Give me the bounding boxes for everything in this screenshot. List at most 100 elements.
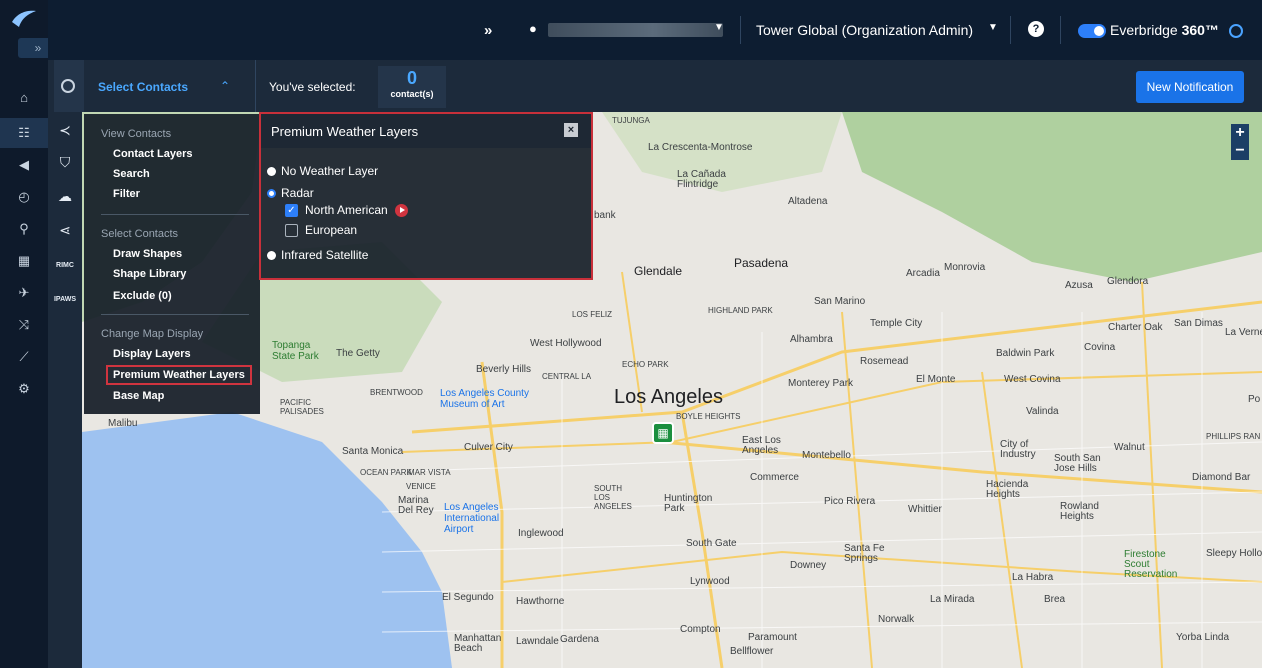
map-label: La Habra	[1012, 572, 1054, 583]
map-label: Compton	[680, 624, 721, 635]
option-label: No Weather Layer	[281, 164, 379, 178]
megaphone-icon[interactable]: ◀	[0, 150, 48, 180]
chart-icon[interactable]: ⟋	[0, 342, 48, 372]
map-label: BOYLE HEIGHTS	[676, 412, 741, 421]
home-icon[interactable]: ⌂	[0, 82, 48, 112]
map-label: Glendale	[634, 264, 683, 278]
checkbox-european[interactable]: European	[285, 223, 357, 237]
map-label: SOUTH LOS ANGELES	[594, 484, 632, 511]
select-contacts-toggle[interactable]: Select Contacts	[98, 80, 188, 94]
map-label: Covina	[1084, 342, 1116, 353]
menu-divider	[101, 214, 249, 215]
chat-icon[interactable]	[1229, 24, 1243, 38]
map-label: South Gate	[686, 538, 737, 549]
share-icon[interactable]: ⋖	[48, 222, 82, 239]
chevron-up-icon[interactable]: ⌃	[220, 79, 230, 93]
map-label: La Mirada	[930, 594, 975, 605]
zoom-in-button[interactable]: +	[1231, 124, 1249, 142]
user-name-redacted[interactable]	[548, 23, 723, 37]
panel-header: Premium Weather Layers ×	[261, 114, 591, 148]
clock-icon[interactable]: ◴	[0, 182, 48, 212]
menu-item-display-layers[interactable]: Display Layers	[113, 348, 191, 360]
tool-icon-column: ≺ ⛉ ☁ ⋖ RIMC IPAWS	[48, 112, 82, 668]
menu-item-shape-library[interactable]: Shape Library	[113, 268, 186, 280]
menu-item-exclude[interactable]: Exclude (0)	[113, 290, 172, 302]
arrows-icon[interactable]: ⤨	[0, 310, 48, 340]
menu-item-premium-weather-layers[interactable]: Premium Weather Layers	[106, 365, 252, 385]
map-label: TUJUNGA	[612, 116, 650, 125]
checkbox-north-american[interactable]: ✓ North American	[285, 203, 408, 217]
collapse-panel-button[interactable]	[54, 60, 84, 112]
map-label: Los Angeles International Airport	[444, 502, 500, 535]
calendar-icon[interactable]: ▦	[0, 246, 48, 276]
help-icon[interactable]: ?	[1028, 21, 1044, 37]
map-label: East Los Angeles	[742, 435, 781, 456]
divider	[740, 16, 741, 44]
map-label: Temple City	[870, 318, 923, 329]
menu-heading: Select Contacts	[101, 228, 179, 240]
settings-gear-icon[interactable]: ⚙	[0, 374, 48, 404]
checkbox-unchecked[interactable]	[285, 223, 298, 237]
org-dropdown-caret-icon[interactable]: ▼	[988, 22, 998, 33]
map-label: Huntington Park	[664, 493, 713, 514]
radio-button[interactable]	[267, 250, 276, 260]
panel-title: Premium Weather Layers	[271, 124, 419, 139]
map-label: Altadena	[788, 196, 828, 207]
menu-item-contact-layers[interactable]: Contact Layers	[113, 148, 192, 160]
map-label: Beverly Hills	[476, 364, 532, 375]
map-label: West Covina	[1004, 374, 1061, 385]
zoom-out-button[interactable]: −	[1231, 142, 1249, 160]
divider	[255, 60, 256, 112]
divider	[1010, 16, 1011, 44]
radio-button[interactable]	[267, 166, 276, 176]
new-notification-button[interactable]: New Notification	[1136, 71, 1244, 103]
bird-outline-icon[interactable]: ≺	[48, 122, 82, 139]
map-label: Lawndale	[516, 636, 559, 647]
radio-button-selected[interactable]	[267, 188, 276, 198]
shield-icon[interactable]: ⛉	[48, 154, 82, 171]
close-icon[interactable]: ×	[564, 123, 578, 137]
premium-weather-layers-panel: Premium Weather Layers × No Weather Laye…	[259, 112, 593, 280]
map-label: HIGHLAND PARK	[708, 306, 773, 315]
ipaws-icon[interactable]: IPAWS	[48, 296, 82, 303]
everbridge-360-toggle[interactable]	[1078, 24, 1106, 38]
location-pin-icon[interactable]: ⚲	[0, 214, 48, 244]
play-icon[interactable]	[394, 203, 408, 217]
map-label: Topanga State Park	[272, 340, 319, 362]
double-chevron-icon[interactable]: »	[484, 22, 492, 39]
map-label: Manhattan Beach	[454, 633, 502, 654]
map-label: Norwalk	[878, 614, 915, 625]
organization-selector[interactable]: Tower Global (Organization Admin)	[756, 22, 973, 38]
menu-item-filter[interactable]: Filter	[113, 188, 140, 200]
rimc-icon[interactable]: RIMC	[48, 262, 82, 269]
weather-cloud-icon[interactable]: ☁	[48, 188, 82, 205]
building-marker-icon[interactable]: ▦	[652, 422, 674, 444]
map-label: PHILLIPS RAN	[1206, 432, 1261, 441]
airplane-icon[interactable]: ✈	[0, 278, 48, 308]
everbridge-logo-icon[interactable]	[10, 8, 38, 30]
brand-label: Everbridge 360™	[1110, 22, 1219, 38]
map-label: Santa Monica	[342, 446, 404, 457]
brand-name: Everbridge	[1110, 22, 1178, 38]
map-label: Charter Oak	[1108, 322, 1163, 333]
map-label: Monrovia	[944, 262, 986, 273]
option-label: Radar	[281, 186, 314, 200]
radio-infrared-satellite[interactable]: Infrared Satellite	[267, 248, 368, 262]
map-label: PACIFIC PALISADES	[280, 398, 324, 416]
map-label: West Hollywood	[530, 338, 602, 349]
map-label: Commerce	[750, 472, 799, 483]
selected-count-box: 0 contact(s)	[378, 66, 446, 108]
map-label: VENICE	[406, 482, 436, 491]
contacts-icon[interactable]: ☷	[0, 118, 48, 148]
user-dropdown-caret-icon[interactable]: ▼	[714, 22, 724, 33]
selection-bar: Select Contacts ⌃ You've selected: 0 con…	[48, 60, 1262, 112]
map-label: Sleepy Hollow	[1206, 548, 1262, 559]
map-label: San Dimas	[1174, 318, 1223, 329]
menu-item-search[interactable]: Search	[113, 168, 150, 180]
menu-item-draw-shapes[interactable]: Draw Shapes	[113, 248, 182, 260]
menu-heading: Change Map Display	[101, 328, 204, 340]
menu-item-base-map[interactable]: Base Map	[113, 390, 164, 402]
radio-no-weather-layer[interactable]: No Weather Layer	[267, 164, 378, 178]
checkbox-checked[interactable]: ✓	[285, 203, 298, 217]
radio-radar[interactable]: Radar	[267, 186, 314, 200]
